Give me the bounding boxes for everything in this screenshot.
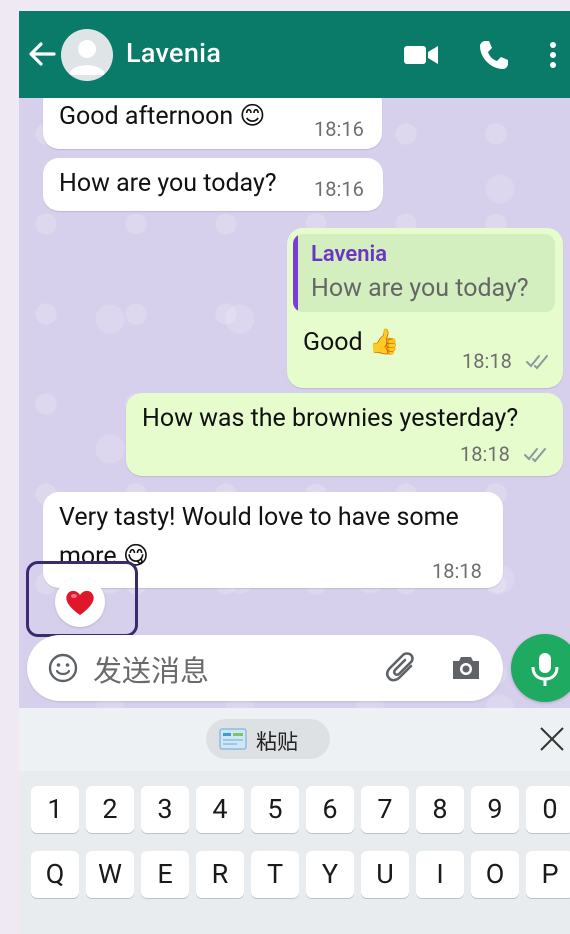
key-3[interactable]: 3 — [141, 786, 189, 833]
key-r[interactable]: R — [196, 851, 244, 898]
message-time: 18:18 — [462, 349, 512, 373]
key-p[interactable]: P — [526, 851, 570, 898]
clipboard-icon — [219, 728, 247, 750]
key-e[interactable]: E — [141, 851, 189, 898]
paste-chip[interactable]: 粘贴 — [206, 719, 330, 759]
mic-icon — [531, 653, 559, 686]
emoji-icon[interactable] — [47, 652, 79, 684]
key-1[interactable]: 1 — [31, 786, 79, 833]
key-6[interactable]: 6 — [306, 786, 354, 833]
quote-author: Lavenia — [311, 242, 388, 267]
key-8[interactable]: 8 — [416, 786, 464, 833]
double-check-icon — [526, 355, 548, 370]
mic-button[interactable] — [511, 634, 570, 702]
quoted-message[interactable]: Lavenia How are you today? — [293, 234, 555, 312]
key-w[interactable]: W — [86, 851, 134, 898]
message-composer — [27, 635, 503, 701]
message-text: Good 👍 — [303, 328, 400, 357]
key-2[interactable]: 2 — [86, 786, 134, 833]
message-time: 18:18 — [460, 442, 510, 466]
double-check-icon — [524, 448, 546, 463]
video-call-icon[interactable] — [401, 37, 441, 73]
message-input[interactable] — [91, 645, 375, 693]
camera-icon[interactable] — [449, 651, 483, 685]
phone-screen: Lavenia Good afternoon 😊 18:16 How are y… — [19, 11, 570, 934]
keyboard-suggestion-bar: 粘贴 — [19, 708, 570, 771]
key-o[interactable]: O — [471, 851, 519, 898]
avatar[interactable] — [61, 29, 113, 81]
keyboard: 粘贴 1 2 3 4 5 6 7 8 9 0 Q W E R T Y U I O… — [19, 708, 570, 934]
quote-accent-bar — [293, 234, 298, 312]
attach-icon[interactable] — [383, 649, 421, 687]
more-vert-icon[interactable] — [543, 37, 563, 73]
message-text: Good afternoon 😊 — [59, 102, 266, 131]
chat-area[interactable]: Good afternoon 😊 18:16 How are you today… — [19, 98, 570, 708]
paste-label: 粘贴 — [256, 731, 298, 755]
contact-name[interactable]: Lavenia — [126, 37, 221, 69]
message-text: How are you today? — [59, 169, 277, 198]
key-7[interactable]: 7 — [361, 786, 409, 833]
key-5[interactable]: 5 — [251, 786, 299, 833]
message-bubble-incoming[interactable]: How are you today? 18:16 — [43, 158, 383, 211]
message-bubble-incoming[interactable]: Good afternoon 😊 18:16 — [43, 98, 382, 149]
key-q[interactable]: Q — [31, 851, 79, 898]
key-0[interactable]: 0 — [526, 786, 570, 833]
message-time: 18:18 — [432, 559, 482, 583]
chat-header: Lavenia — [19, 11, 570, 98]
key-y[interactable]: Y — [306, 851, 354, 898]
key-9[interactable]: 9 — [471, 786, 519, 833]
phone-icon[interactable] — [476, 37, 512, 73]
key-t[interactable]: T — [251, 851, 299, 898]
key-4[interactable]: 4 — [196, 786, 244, 833]
quote-text: How are you today? — [311, 274, 529, 303]
avatar-icon — [69, 40, 105, 75]
close-icon[interactable] — [538, 725, 566, 753]
message-bubble-outgoing[interactable]: Lavenia How are you today? Good 👍 18:18 — [287, 228, 563, 388]
reaction-heart[interactable] — [55, 577, 105, 627]
heart-icon — [66, 590, 94, 615]
message-text-line1: Very tasty! Would love to have some — [59, 503, 459, 532]
message-time: 18:16 — [314, 117, 364, 141]
message-time: 18:16 — [314, 177, 364, 201]
back-arrow-icon[interactable] — [27, 37, 57, 71]
key-u[interactable]: U — [361, 851, 409, 898]
message-bubble-outgoing[interactable]: How was the brownies yesterday? 18:18 — [126, 393, 563, 476]
key-i[interactable]: I — [416, 851, 464, 898]
message-text: How was the brownies yesterday? — [142, 404, 519, 433]
